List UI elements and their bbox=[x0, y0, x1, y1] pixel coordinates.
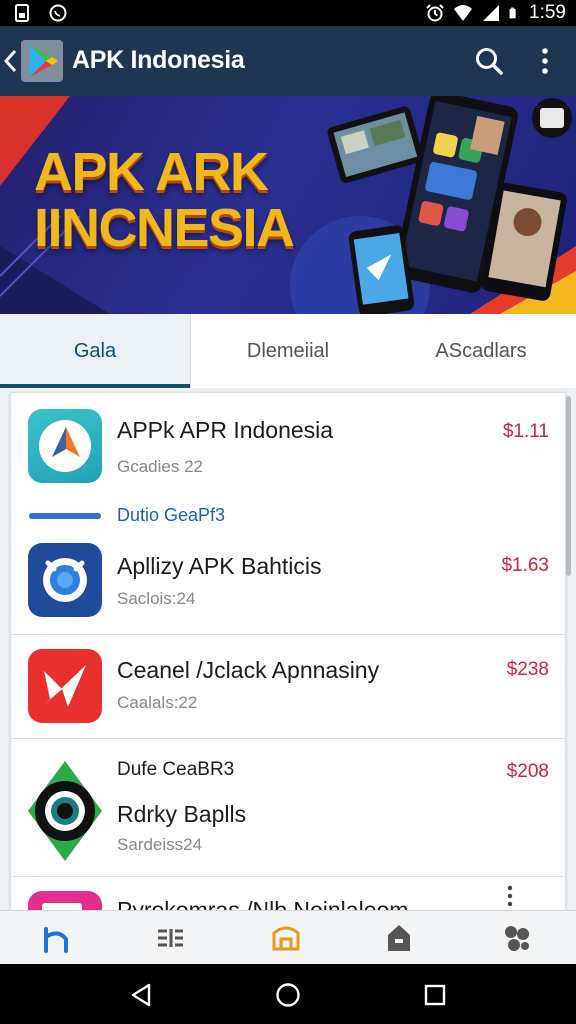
tab-gala[interactable]: Gala bbox=[0, 314, 190, 388]
more-vert-icon[interactable] bbox=[505, 885, 515, 909]
app-title: APK Indonesia bbox=[72, 46, 245, 74]
list-icon[interactable] bbox=[153, 921, 187, 955]
play-store-logo bbox=[21, 40, 63, 82]
bag-icon[interactable] bbox=[382, 921, 416, 955]
list-item[interactable]: Ceanel /Jclack Apnnasiny Caalals:22 $238 bbox=[11, 635, 567, 738]
signal-icon bbox=[483, 5, 500, 21]
item-title: APPk APR Indonesia bbox=[117, 417, 334, 443]
section-indicator bbox=[29, 513, 101, 519]
app-list[interactable]: APPk APR Indonesia Gcadies 22 $1.11 Duti… bbox=[0, 388, 576, 910]
search-icon[interactable] bbox=[474, 46, 504, 76]
sim-card-icon bbox=[15, 4, 29, 22]
item-subtitle: Gcadies 22 bbox=[117, 457, 203, 476]
system-navigation-bar bbox=[0, 964, 576, 1024]
tab-ascadlars[interactable]: AScadlars bbox=[386, 314, 576, 388]
scrollbar[interactable] bbox=[566, 396, 571, 576]
whatsapp-icon bbox=[49, 4, 67, 22]
battery-icon bbox=[509, 7, 516, 19]
back-icon[interactable] bbox=[2, 48, 18, 74]
settings-icon[interactable] bbox=[500, 921, 534, 955]
alarm-icon bbox=[426, 4, 444, 22]
orange-arrow-app-icon bbox=[28, 409, 102, 483]
item-price: $208 bbox=[506, 761, 549, 782]
item-title: Rdrky Baplls bbox=[117, 801, 247, 827]
list-item[interactable]: APPk APR Indonesia Gcadies 22 $1.11 Duti… bbox=[11, 393, 567, 525]
item-price: $238 bbox=[506, 659, 549, 680]
blue-lens-app-icon bbox=[28, 543, 102, 617]
green-eye-app-icon bbox=[26, 759, 104, 863]
list-item[interactable]: Apllizy APK Bahticis Saclois:24 $1.63 bbox=[11, 531, 567, 635]
more-vert-icon[interactable] bbox=[534, 46, 556, 76]
app-bar: APK Indonesia bbox=[0, 26, 576, 96]
banner-headline: APK ARK IINCNESIA bbox=[34, 142, 295, 258]
tab-divider bbox=[190, 314, 191, 388]
tab-bar: Gala Dlemeiial AScadlars bbox=[0, 314, 576, 388]
item-title: Ceanel /Jclack Apnnasiny bbox=[117, 657, 380, 683]
item-price: $1.63 bbox=[501, 555, 549, 576]
item-category: Dufe CeaBR3 bbox=[117, 759, 235, 780]
store-icon[interactable] bbox=[269, 921, 303, 955]
list-item[interactable]: Pyrokomras /Nlb Noinlaleom bbox=[11, 877, 567, 910]
item-subtitle: Saclois:24 bbox=[117, 589, 196, 608]
red-plane-app-icon bbox=[28, 649, 102, 723]
section-link[interactable]: Dutio GeaPf3 bbox=[117, 505, 225, 526]
list-item[interactable]: Dufe CeaBR3 Rdrky Baplls Sardeiss24 $208 bbox=[11, 739, 567, 876]
app-list-card: APPk APR Indonesia Gcadies 22 $1.11 Duti… bbox=[10, 392, 567, 910]
item-subtitle: Caalals:22 bbox=[117, 693, 198, 712]
status-time: 1:59 bbox=[529, 2, 566, 23]
home-icon[interactable] bbox=[40, 921, 74, 955]
promo-banner[interactable]: APK ARK IINCNESIA bbox=[0, 96, 576, 314]
wifi-icon bbox=[454, 5, 473, 21]
pink-app-icon bbox=[28, 891, 102, 910]
item-subtitle: Sardeiss24 bbox=[117, 835, 203, 854]
item-price: $1.11 bbox=[502, 421, 549, 442]
home-circle-icon[interactable] bbox=[275, 982, 301, 1008]
item-title: Pyrokomras /Nlb Noinlaleom bbox=[117, 897, 409, 910]
item-title: Apllizy APK Bahticis bbox=[117, 553, 322, 579]
tab-dlemeiial[interactable]: Dlemeiial bbox=[190, 314, 386, 388]
status-bar: 1:59 bbox=[0, 0, 576, 26]
bottom-nav bbox=[0, 910, 576, 964]
recents-square-icon[interactable] bbox=[422, 982, 448, 1008]
back-triangle-icon[interactable] bbox=[128, 982, 154, 1008]
